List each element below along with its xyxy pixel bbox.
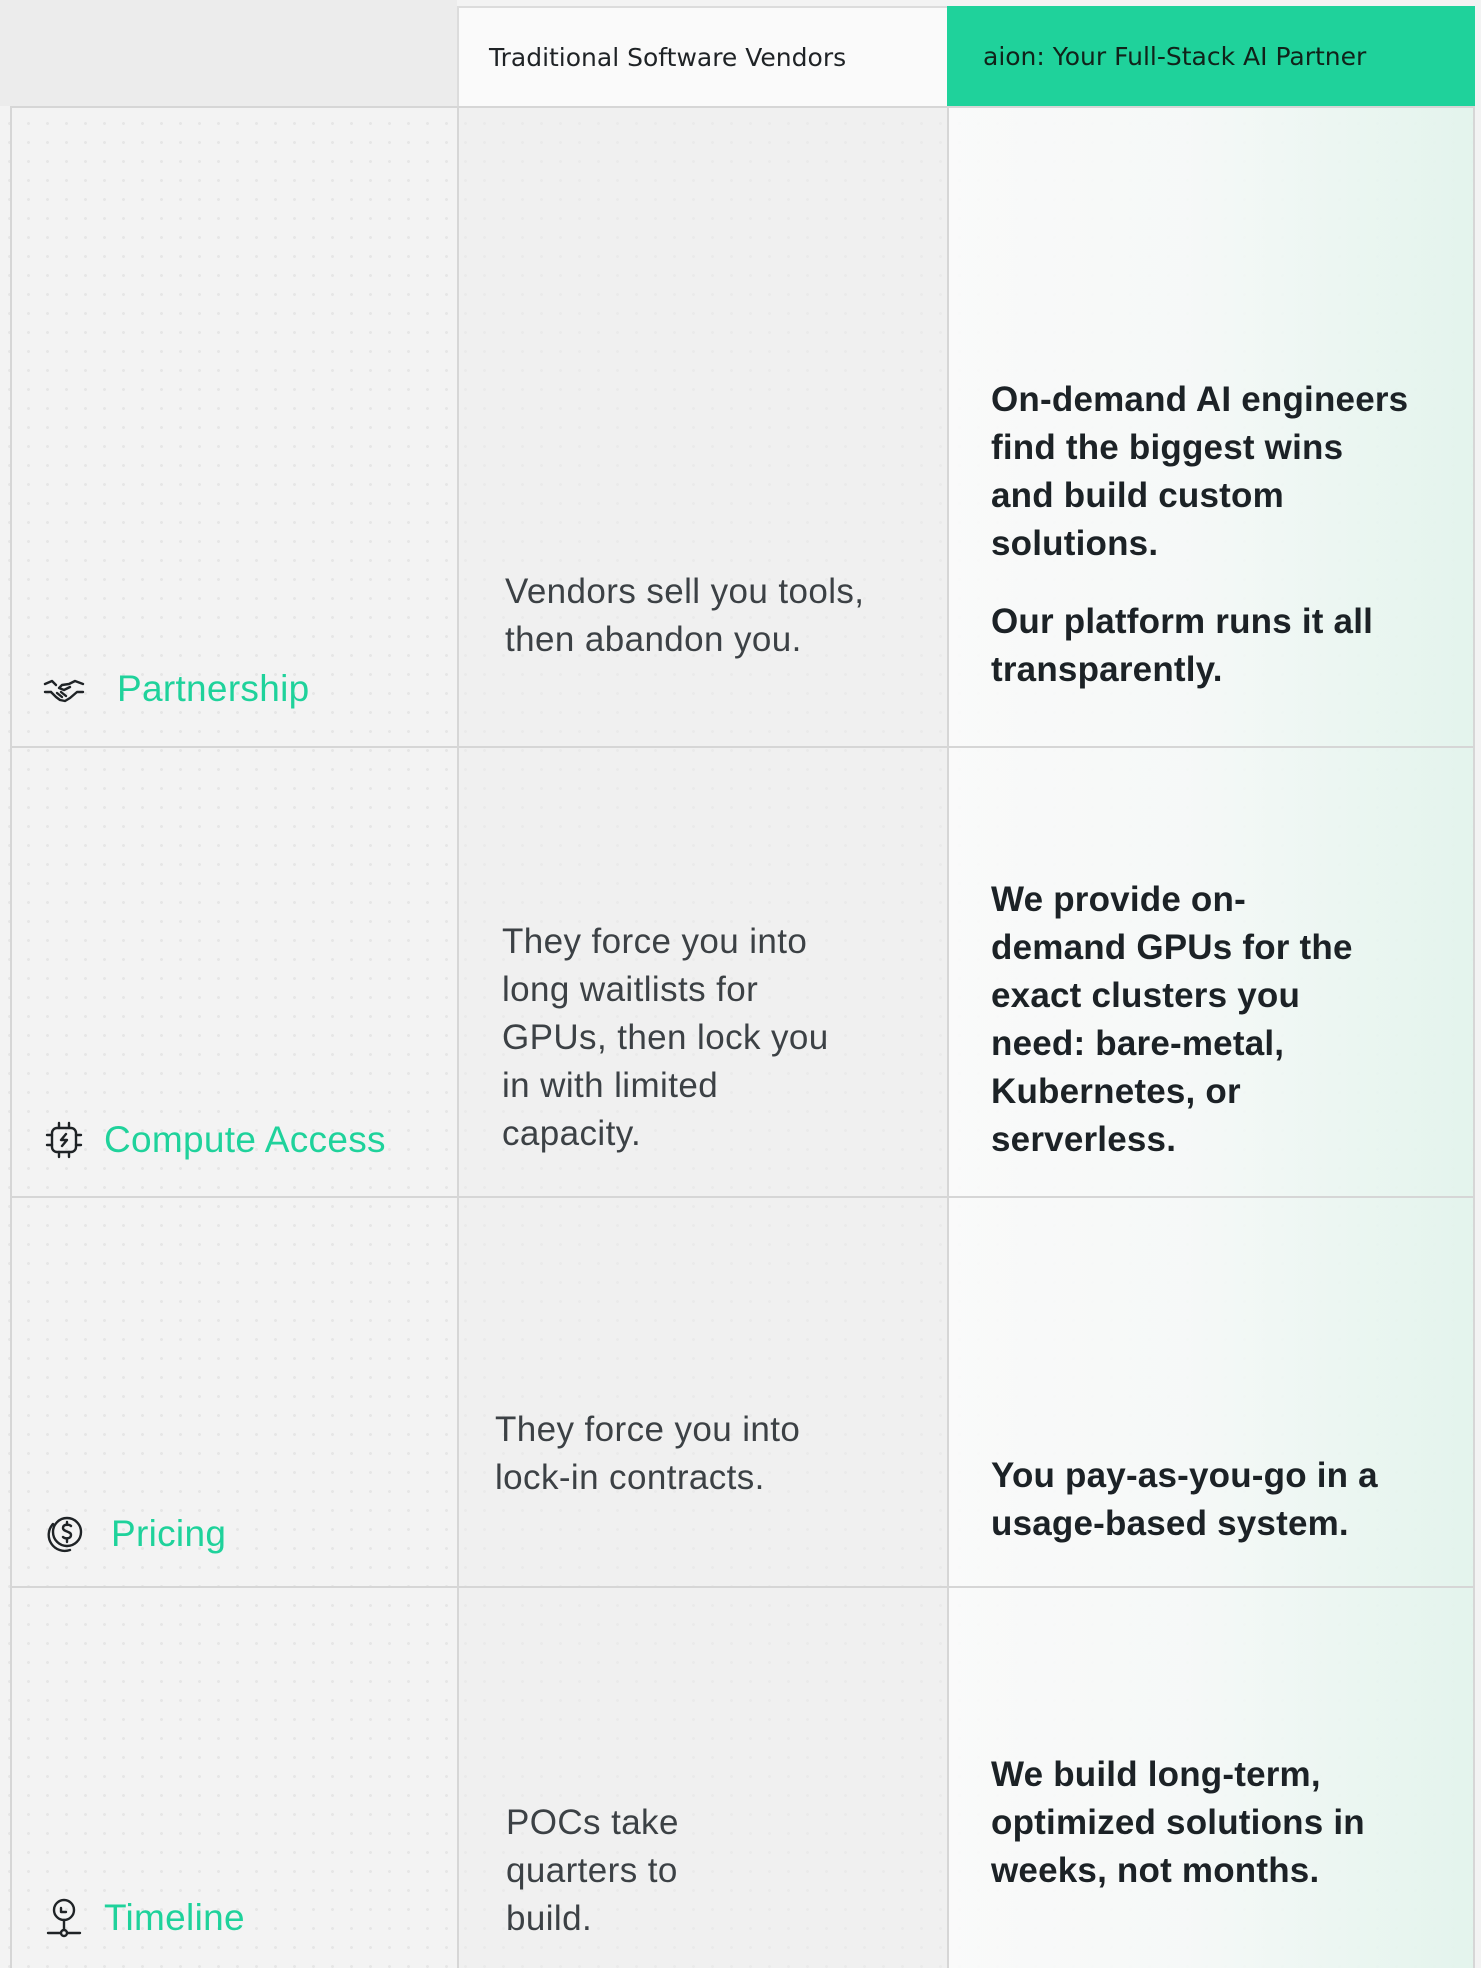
row-partnership-label-text: Partnership xyxy=(117,668,310,709)
row-compute-access-traditional-text: They force you into long waitlists for G… xyxy=(502,922,829,1153)
row-timeline-aion-cell: We build long-term, optimized solutions … xyxy=(947,1586,1475,1968)
row-partnership-aion-cell: On-demand AI engineers find the biggest … xyxy=(947,106,1475,746)
row-compute-access-label: Compute Access xyxy=(42,1118,386,1162)
header-aion-label: aion: Your Full-Stack AI Partner xyxy=(983,41,1367,71)
row-pricing-label-cell: Pricing xyxy=(10,1196,457,1586)
row-pricing-traditional-text: They force you into lock-in contracts. xyxy=(495,1410,801,1497)
header-traditional-vendors: Traditional Software Vendors xyxy=(457,6,947,106)
row-compute-access-aion-cell: We provide on-demand GPUs for the exact … xyxy=(947,746,1475,1196)
row-partnership-label-cell: Partnership xyxy=(10,106,457,746)
row-pricing-aion-cell: You pay-as-you-go in a usage-based syste… xyxy=(947,1196,1475,1586)
row-pricing-aion-text: You pay-as-you-go in a usage-based syste… xyxy=(991,1452,1411,1548)
row-partnership-aion-paragraph-1: On-demand AI engineers find the biggest … xyxy=(991,380,1409,563)
header-traditional-label: Traditional Software Vendors xyxy=(489,42,847,72)
dollar-coin-icon xyxy=(42,1512,86,1556)
row-pricing-label-text: Pricing xyxy=(111,1513,227,1554)
row-timeline-label: Timeline xyxy=(42,1896,245,1940)
header-blank-cell xyxy=(0,0,457,106)
row-timeline-traditional-cell: POCs take quarters to build. xyxy=(457,1586,947,1968)
row-timeline-traditional-text: POCs take quarters to build. xyxy=(506,1803,679,1938)
row-compute-access-traditional-cell: They force you into long waitlists for G… xyxy=(457,746,947,1196)
row-compute-access-label-text: Compute Access xyxy=(104,1119,386,1160)
row-compute-access-aion-text: We provide on-demand GPUs for the exact … xyxy=(991,876,1356,1164)
row-compute-access-label-cell: Compute Access xyxy=(10,746,457,1196)
row-partnership-label: Partnership xyxy=(42,667,310,711)
row-compute-access-aion-paragraph-1: We provide on-demand GPUs for the exact … xyxy=(991,880,1353,1159)
row-timeline-aion-paragraph-1: We build long-term, optimized solutions … xyxy=(991,1755,1365,1890)
row-timeline-aion-text: We build long-term, optimized solutions … xyxy=(991,1751,1371,1895)
location-pin-icon xyxy=(42,1896,86,1940)
row-partnership-traditional-text: Vendors sell you tools, then abandon you… xyxy=(505,572,865,659)
row-partnership-aion-text: On-demand AI engineers find the biggest … xyxy=(991,376,1411,694)
row-pricing-traditional-cell: They force you into lock-in contracts. xyxy=(457,1196,947,1586)
header-aion-partner: aion: Your Full-Stack AI Partner xyxy=(947,6,1475,106)
row-pricing-label: Pricing xyxy=(42,1512,226,1556)
row-partnership-aion-paragraph-2: Our platform runs it all transparently. xyxy=(991,602,1374,689)
chip-icon xyxy=(42,1118,86,1162)
handshake-icon xyxy=(42,667,86,711)
row-timeline-label-cell: Timeline xyxy=(10,1586,457,1968)
comparison-table: Traditional Software Vendors aion: Your … xyxy=(0,0,1481,1968)
row-partnership-traditional-cell: Vendors sell you tools, then abandon you… xyxy=(457,106,947,746)
row-pricing-aion-paragraph-1: You pay-as-you-go in a usage-based syste… xyxy=(991,1456,1378,1543)
row-timeline-label-text: Timeline xyxy=(104,1897,245,1938)
